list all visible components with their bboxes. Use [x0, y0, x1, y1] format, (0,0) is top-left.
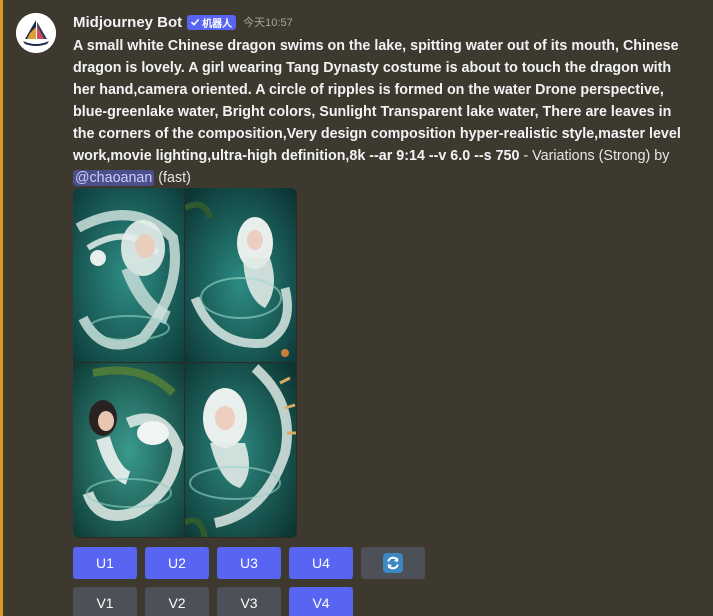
user-mention[interactable]: @chaoanan: [73, 170, 155, 186]
message-content: A small white Chinese dragon swims on th…: [73, 35, 691, 189]
bot-badge: 机器人: [187, 14, 237, 30]
bot-badge-label: 机器人: [202, 18, 233, 30]
message-header: Midjourney Bot 机器人 今天10:57: [73, 12, 293, 32]
dragon-girl-image-4[interactable]: [185, 363, 297, 538]
upscale-button-row: U1 U2 U3 U4: [73, 547, 425, 579]
message-view: Midjourney Bot 机器人 今天10:57 A small white…: [0, 0, 713, 616]
u1-button[interactable]: U1: [73, 547, 137, 579]
dragon-girl-image-1[interactable]: [73, 188, 185, 363]
v4-button[interactable]: V4: [289, 587, 353, 616]
speed-mode: (fast): [154, 170, 191, 186]
avatar[interactable]: [16, 13, 56, 53]
mention-highlight-bar: [0, 0, 3, 616]
reroll-button[interactable]: [361, 547, 425, 579]
u3-button[interactable]: U3: [217, 547, 281, 579]
prompt-text: A small white Chinese dragon swims on th…: [73, 38, 681, 164]
v2-button[interactable]: V2: [145, 587, 209, 616]
u2-button[interactable]: U2: [145, 547, 209, 579]
variation-info: - Variations (Strong) by: [519, 148, 670, 164]
u4-button[interactable]: U4: [289, 547, 353, 579]
checkmark-icon: [191, 18, 200, 26]
username[interactable]: Midjourney Bot: [73, 14, 182, 31]
variation-button-row: V1 V2 V3 V4: [73, 587, 353, 616]
timestamp[interactable]: 今天10:57: [243, 14, 293, 30]
sailboat-logo-icon: [16, 13, 56, 53]
dragon-girl-image-2[interactable]: [185, 188, 297, 363]
dragon-girl-image-3[interactable]: [73, 363, 185, 538]
v3-button[interactable]: V3: [217, 587, 281, 616]
image-grid[interactable]: [73, 188, 297, 538]
refresh-icon: [383, 553, 403, 573]
v1-button[interactable]: V1: [73, 587, 137, 616]
